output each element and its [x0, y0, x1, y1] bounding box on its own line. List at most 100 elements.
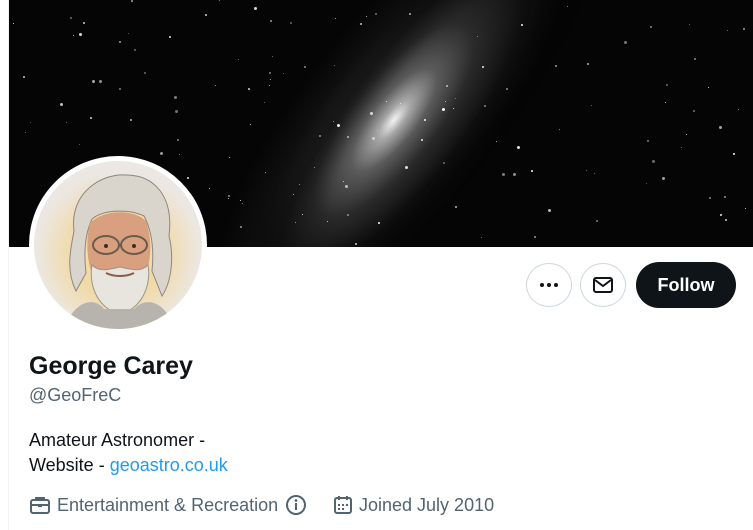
briefcase-icon	[30, 497, 50, 514]
banner-star	[209, 187, 211, 189]
banner-star	[590, 105, 592, 107]
banner-star	[79, 144, 81, 146]
banner-star	[480, 237, 482, 238]
banner-star	[239, 226, 242, 229]
banner-star	[204, 14, 207, 17]
banner-star	[118, 41, 121, 43]
banner-star	[99, 79, 103, 83]
more-options-button[interactable]	[526, 263, 572, 307]
banner-star	[587, 62, 590, 65]
banner-star	[294, 221, 296, 223]
banner-star	[513, 173, 517, 177]
banner-star	[548, 208, 552, 212]
banner-star	[70, 16, 73, 19]
banner-star	[725, 218, 728, 221]
banner-star	[719, 126, 723, 130]
banner-star	[685, 133, 687, 135]
banner-star	[30, 121, 32, 123]
banner-star	[595, 219, 598, 222]
banner-star	[354, 242, 357, 245]
banner-star	[742, 28, 745, 31]
banner-star	[723, 195, 726, 198]
banner-star	[174, 110, 178, 114]
envelope-icon	[593, 277, 613, 293]
banner-star	[531, 169, 534, 172]
banner-star	[720, 214, 722, 217]
message-button[interactable]	[580, 263, 626, 307]
banner-star	[359, 22, 362, 25]
bio-text: Amateur Astronomer -	[29, 430, 206, 450]
banner-star	[292, 193, 294, 195]
banner-star	[680, 146, 682, 148]
banner-star	[283, 73, 285, 75]
banner-star	[127, 32, 129, 34]
banner-star	[241, 203, 243, 205]
category-label: Entertainment & Recreation	[57, 494, 279, 515]
banner-star	[82, 21, 85, 24]
banner-star	[186, 176, 189, 179]
banner-star	[533, 235, 536, 238]
banner-star	[738, 109, 740, 111]
joined-label: Joined July 2010	[359, 494, 495, 515]
banner-star	[651, 160, 655, 164]
banner-star	[558, 129, 560, 131]
banner-star	[303, 66, 306, 69]
banner-star	[314, 166, 316, 168]
banner-star	[219, 0, 221, 1]
banner-star	[290, 22, 293, 25]
banner-star	[346, 135, 349, 138]
banner-star	[59, 102, 63, 106]
profile-name: George Carey	[29, 352, 193, 380]
banner-star	[228, 157, 230, 159]
banner-star	[445, 100, 447, 102]
category-info-button[interactable]	[285, 494, 313, 516]
banner-star	[174, 95, 178, 99]
banner-star	[269, 84, 271, 86]
follow-button[interactable]: Follow	[636, 262, 736, 308]
banner-star	[65, 122, 67, 124]
banner-star	[215, 84, 217, 86]
banner-star	[24, 131, 26, 133]
banner-star	[662, 176, 665, 180]
banner-star	[408, 12, 411, 15]
banner-star	[129, 118, 132, 121]
info-icon	[286, 495, 307, 515]
bio-website-line: Website - geoastro.co.uk	[29, 455, 228, 476]
banner-star	[689, 23, 691, 25]
banner-star	[506, 87, 509, 90]
banner-star	[374, 12, 377, 15]
banner-star	[445, 84, 448, 87]
profile-joined-date: Joined July 2010	[333, 492, 494, 518]
banner-star	[501, 172, 505, 176]
banner-star	[645, 183, 647, 185]
banner-star	[334, 18, 336, 20]
banner-star	[92, 80, 96, 84]
banner-star	[179, 153, 181, 155]
calendar-icon	[334, 496, 352, 514]
banner-star	[664, 101, 666, 103]
banner-star	[73, 34, 75, 36]
banner-star	[298, 183, 300, 185]
banner-star	[693, 110, 696, 113]
banner-star	[130, 0, 133, 3]
banner-star	[442, 161, 445, 164]
bio-website-prefix: Website -	[29, 455, 110, 475]
bio-website-link[interactable]: geoastro.co.uk	[110, 455, 228, 475]
banner-star	[269, 20, 272, 23]
banner-star	[666, 84, 669, 87]
banner-star	[272, 56, 274, 58]
banner-star	[249, 123, 251, 125]
banner-star	[496, 140, 498, 142]
avatar[interactable]	[29, 156, 207, 334]
banner-star	[263, 102, 265, 104]
left-divider	[0, 0, 9, 530]
banner-star	[176, 138, 179, 141]
banner-star	[420, 138, 423, 141]
banner-star	[169, 35, 172, 38]
more-horizontal-icon	[540, 283, 558, 287]
banner-star	[726, 29, 728, 31]
banner-star	[253, 6, 257, 10]
banner-star	[159, 151, 163, 155]
banner-star	[133, 49, 136, 52]
banner-star	[119, 88, 122, 91]
